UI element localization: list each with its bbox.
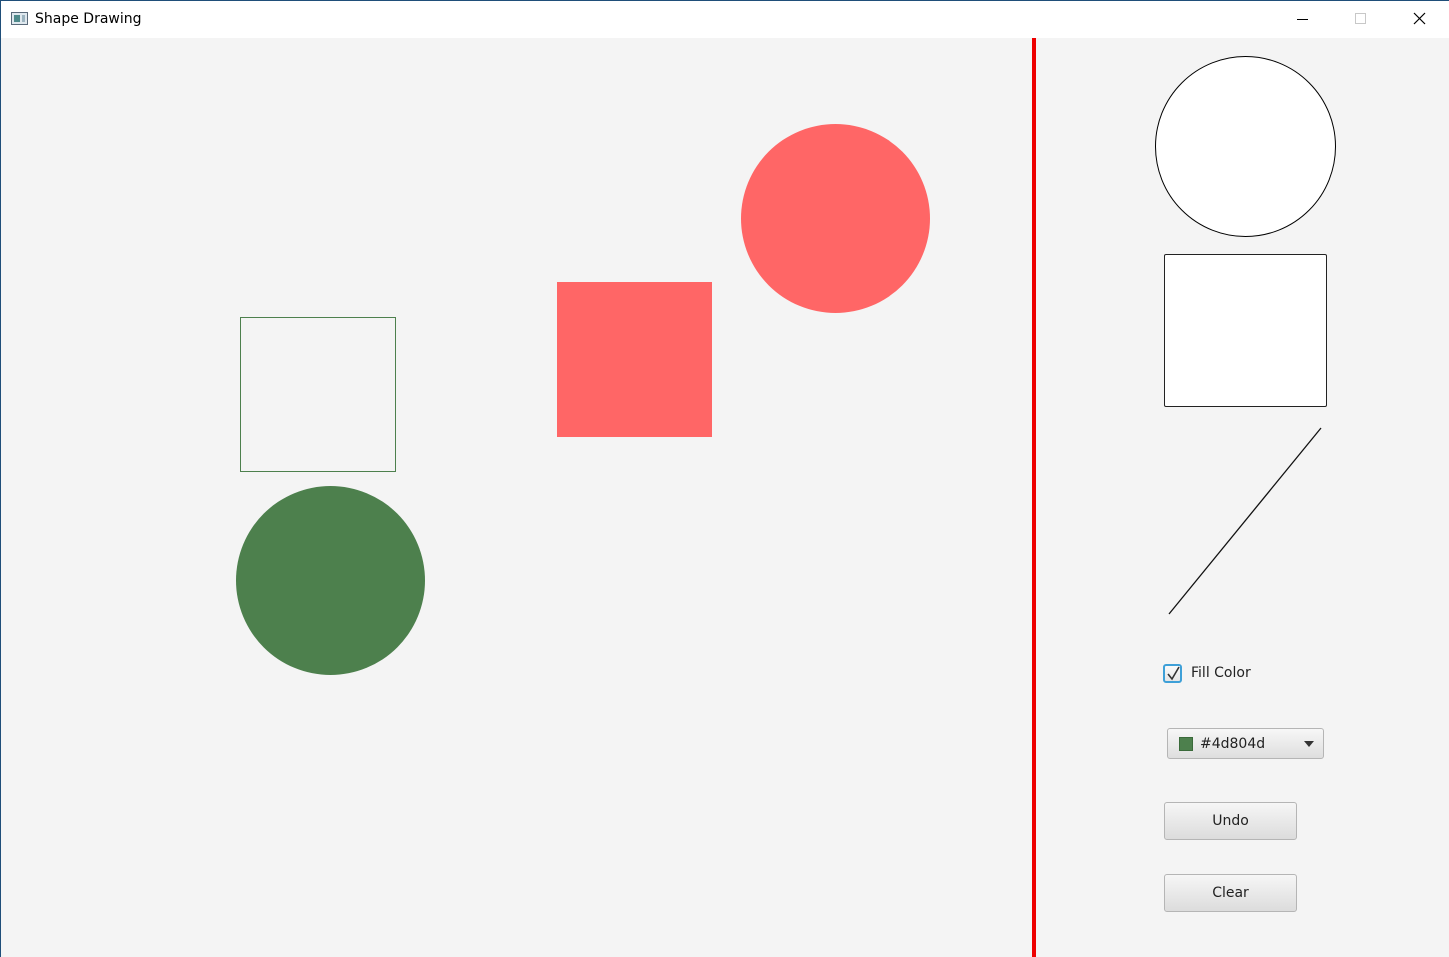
- rectangle-tool[interactable]: [1164, 254, 1327, 407]
- close-icon: [1413, 12, 1426, 25]
- fill-color-checkbox[interactable]: [1163, 663, 1182, 683]
- canvas-divider: [1032, 38, 1036, 957]
- minimize-button[interactable]: [1273, 1, 1331, 38]
- chevron-down-icon: [1304, 741, 1314, 747]
- line-tool[interactable]: [1161, 421, 1331, 621]
- filled-green-circle: [236, 486, 425, 675]
- checkmark-icon: [1167, 666, 1180, 680]
- title-bar[interactable]: Shape Drawing: [1, 1, 1449, 38]
- app-window: Shape Drawing Fill Color #4d804d Undo Cl…: [0, 0, 1449, 957]
- maximize-icon: [1355, 13, 1366, 24]
- filled-red-square: [557, 282, 712, 437]
- drawing-canvas[interactable]: [1, 38, 1031, 957]
- fill-color-option[interactable]: Fill Color: [1163, 661, 1251, 685]
- fill-color-label: Fill Color: [1191, 665, 1251, 681]
- color-value: #4d804d: [1200, 735, 1266, 752]
- color-picker[interactable]: #4d804d: [1167, 728, 1324, 759]
- clear-button[interactable]: Clear: [1164, 874, 1297, 912]
- filled-red-circle: [741, 124, 930, 313]
- maximize-button[interactable]: [1331, 1, 1389, 38]
- color-swatch: [1179, 736, 1193, 751]
- close-button[interactable]: [1390, 1, 1448, 38]
- undo-button[interactable]: Undo: [1164, 802, 1297, 840]
- outlined-green-rectangle: [240, 317, 396, 472]
- minimize-icon: [1297, 19, 1308, 20]
- window-app-icon: [11, 12, 28, 25]
- window-title: Shape Drawing: [35, 11, 142, 27]
- circle-tool[interactable]: [1155, 56, 1336, 237]
